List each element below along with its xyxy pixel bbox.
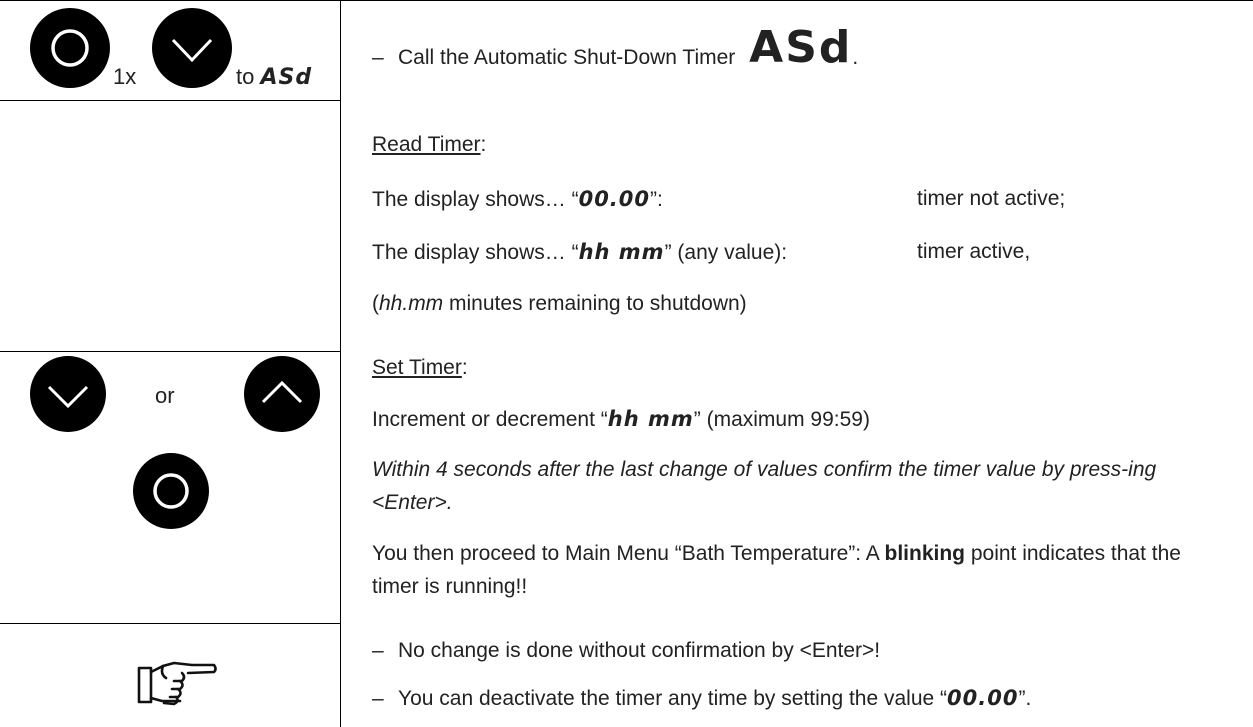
to-text: to	[236, 64, 255, 89]
read-timer-heading: Read Timer:	[372, 131, 486, 159]
note2-suffix: ”.	[1018, 687, 1032, 710]
set-inc-prefix: Increment or decrement “	[372, 408, 608, 431]
row-divider-3	[0, 623, 340, 624]
row-divider-1	[0, 100, 340, 101]
down-arrow-button-icon[interactable]	[30, 356, 106, 432]
read-row1-status: timer not active;	[917, 187, 1066, 210]
read-row2-code: hh mm	[578, 240, 665, 264]
step-call-period: .	[852, 46, 859, 69]
read-note-italic: hh.mm	[379, 292, 444, 315]
read-row1-suffix: ”:	[650, 188, 663, 211]
enter-button-icon[interactable]	[133, 453, 209, 529]
read-row2-status: timer active,	[917, 240, 1031, 263]
read-row2-prefix: The display shows… “	[372, 241, 579, 264]
set-timer-heading: Set Timer:	[372, 354, 468, 382]
up-arrow-button-icon[interactable]	[244, 356, 320, 432]
read-row1-code: 00.00	[578, 187, 651, 211]
read-timer-title: Read Timer	[372, 133, 481, 156]
note2-code: 00.00	[947, 686, 1019, 710]
note2-prefix: You can deactivate the timer any time by…	[398, 687, 948, 710]
read-row-active: The display shows… “hh mm” (any value):	[372, 238, 787, 267]
or-label: or	[155, 383, 175, 408]
read-note-rest: minutes remaining to shutdown)	[443, 292, 747, 315]
set-inc-suffix: ” (maximum 99:59)	[693, 408, 870, 431]
step-call-timer: – Call the Automatic Shut-Down Timer ASd.	[372, 26, 859, 72]
set-timer-title: Set Timer	[372, 356, 462, 379]
proceed-bold: blinking	[884, 542, 966, 565]
list-dash: –	[372, 639, 384, 662]
to-label: to ASd	[236, 64, 312, 90]
list-dash: –	[372, 46, 384, 69]
read-timer-colon: :	[480, 133, 487, 156]
read-row-inactive: The display shows… “00.00”:	[372, 185, 663, 214]
key-column: 1x to ASd or	[0, 0, 341, 727]
read-note: (hh.mm minutes remaining to shutdown)	[372, 290, 747, 318]
list-dash: –	[372, 687, 384, 710]
enter-button-icon[interactable]	[30, 8, 110, 88]
press-count-label: 1x	[113, 64, 137, 89]
asd-code-small: ASd	[260, 65, 313, 90]
set-confirm-note: Within 4 seconds after the last change o…	[372, 458, 1157, 514]
set-inc-code: hh mm	[607, 407, 694, 431]
set-increment: Increment or decrement “hh mm” (maximum …	[372, 405, 870, 434]
step-call-text: Call the Automatic Shut-Down Timer	[398, 46, 736, 69]
asd-code-large: ASd	[749, 22, 853, 73]
read-row1-prefix: The display shows… “	[372, 188, 579, 211]
note1-text: No change is done without confirmation b…	[398, 639, 881, 662]
read-note-open: (	[372, 292, 379, 315]
down-arrow-button-icon[interactable]	[152, 8, 232, 88]
note-no-change: – No change is done without confirmation …	[372, 637, 880, 665]
pointing-hand-icon	[136, 658, 218, 713]
read-row2-suffix: ” (any value):	[664, 241, 788, 264]
row-divider-2	[0, 351, 340, 352]
set-timer-colon: :	[461, 356, 468, 379]
note-deactivate: – You can deactivate the timer any time b…	[372, 684, 1031, 713]
proceed-before: You then proceed to Main Menu “Bath Temp…	[372, 542, 885, 565]
set-proceed-note: You then proceed to Main Menu “Bath Temp…	[372, 537, 1232, 603]
